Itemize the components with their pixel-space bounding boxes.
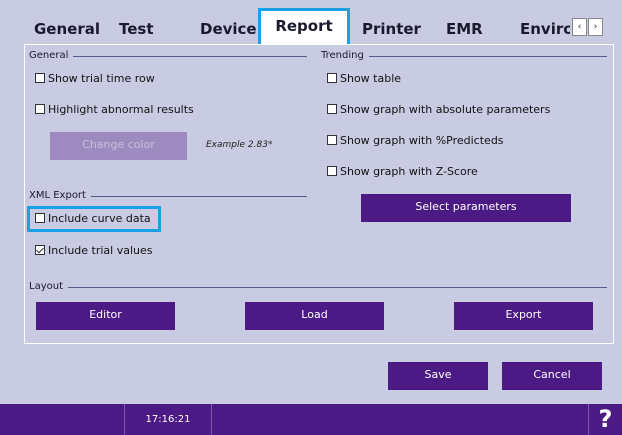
trending-group: Trending	[321, 50, 609, 62]
checkbox-icon[interactable]	[327, 73, 337, 83]
checkbox-icon[interactable]	[327, 104, 337, 114]
tab-bar: General Test Device Report Printer EMR E…	[0, 0, 622, 44]
checkbox-icon[interactable]	[35, 73, 45, 83]
cancel-button[interactable]: Cancel	[502, 362, 602, 390]
layout-load-button[interactable]: Load	[245, 302, 384, 330]
include-trial-values-checkbox[interactable]: Include trial values	[35, 244, 153, 258]
layout-group: Layout	[29, 281, 609, 293]
highlight-abnormal-results-checkbox[interactable]: Highlight abnormal results	[35, 103, 194, 117]
example-value: Example 2.83*	[206, 140, 273, 150]
general-group-label: General	[29, 50, 74, 62]
tab-scroll-left-icon[interactable]: ‹	[572, 18, 587, 36]
change-color-button[interactable]: Change color	[50, 132, 187, 160]
checkbox-icon[interactable]	[327, 135, 337, 145]
layout-group-label: Layout	[29, 281, 68, 293]
show-graph-absolute-checkbox[interactable]: Show graph with absolute parameters	[327, 103, 550, 117]
tab-report[interactable]: Report	[258, 8, 350, 44]
checkbox-checked-icon[interactable]	[35, 245, 45, 255]
tab-test[interactable]: Test	[109, 14, 184, 44]
show-graph-predicteds-checkbox[interactable]: Show graph with %Predicteds	[327, 134, 504, 148]
save-button[interactable]: Save	[388, 362, 488, 390]
tab-scroll-right-icon[interactable]: ›	[588, 18, 603, 36]
layout-export-button[interactable]: Export	[454, 302, 593, 330]
tab-device[interactable]: Device	[190, 14, 258, 44]
status-time: 17:16:21	[124, 404, 212, 435]
xml-export-group: XML Export	[29, 190, 309, 202]
report-settings-panel: General Show trial time row Highlight ab…	[24, 44, 614, 344]
tab-enviro[interactable]: Enviro	[510, 14, 570, 44]
status-bar: 17:16:21 ?	[0, 404, 622, 435]
show-graph-zscore-checkbox[interactable]: Show graph with Z-Score	[327, 165, 478, 179]
tab-printer[interactable]: Printer	[352, 14, 432, 44]
checkbox-icon[interactable]	[327, 166, 337, 176]
show-trial-time-row-checkbox[interactable]: Show trial time row	[35, 72, 155, 86]
tab-emr[interactable]: EMR	[436, 14, 506, 44]
trending-group-label: Trending	[321, 50, 369, 62]
general-group: General	[29, 50, 309, 62]
select-parameters-button[interactable]: Select parameters	[361, 194, 571, 222]
tab-general[interactable]: General	[24, 14, 109, 44]
checkbox-icon[interactable]	[35, 104, 45, 114]
show-table-checkbox[interactable]: Show table	[327, 72, 401, 86]
xml-export-group-label: XML Export	[29, 190, 91, 202]
checkbox-icon[interactable]	[35, 213, 45, 223]
include-curve-data-checkbox[interactable]: Include curve data	[35, 212, 151, 226]
layout-editor-button[interactable]: Editor	[36, 302, 175, 330]
help-icon[interactable]: ?	[588, 404, 622, 435]
